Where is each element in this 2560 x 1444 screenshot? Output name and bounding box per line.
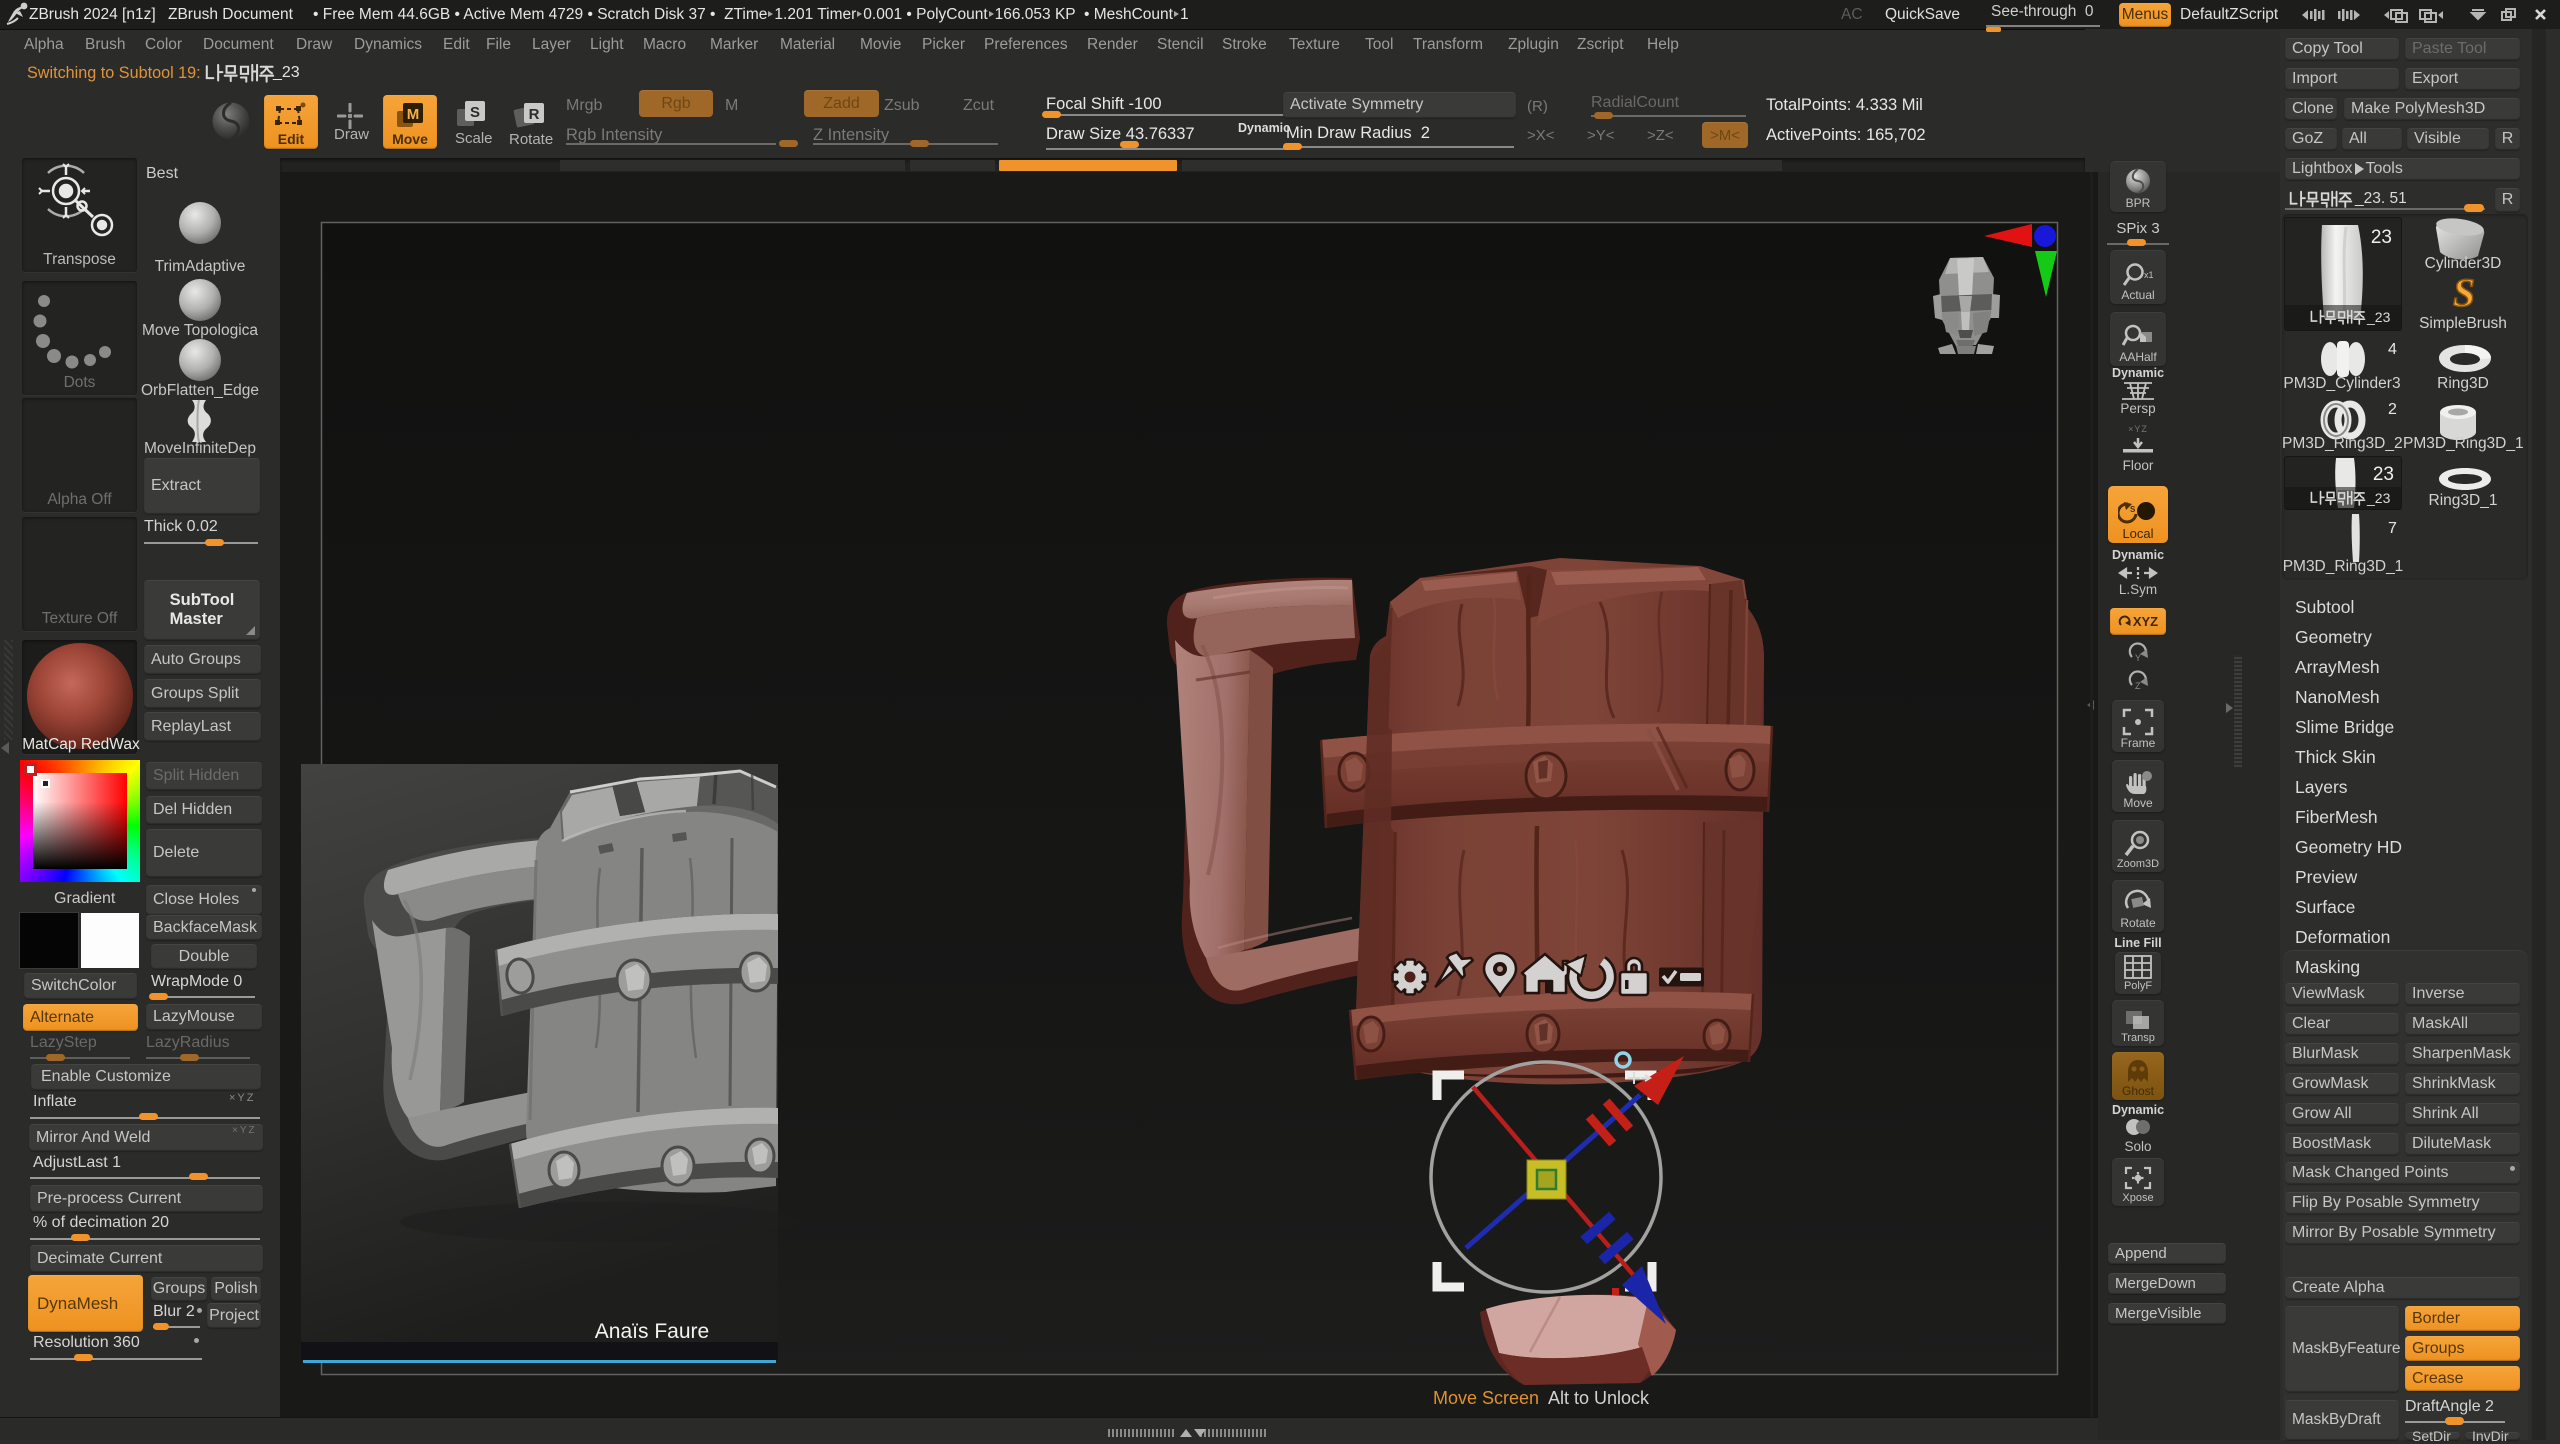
svg-text:Move Screen: Move Screen (1433, 1388, 1539, 1408)
svg-text:Y: Y (2135, 653, 2141, 663)
svg-text:R: R (529, 106, 540, 123)
svg-text:M: M (407, 106, 420, 123)
svg-text:23: 23 (2371, 227, 2392, 248)
svg-text:S: S (470, 104, 480, 121)
svg-text:x1: x1 (2144, 270, 2153, 280)
svg-text:S: S (2453, 272, 2475, 315)
svg-text:S: S (2130, 505, 2136, 514)
svg-text:Anaïs Faure: Anaïs Faure (595, 1320, 709, 1343)
svg-text:23: 23 (2373, 464, 2394, 485)
svg-text:Z: Z (2135, 681, 2141, 691)
svg-text:Alt to Unlock: Alt to Unlock (1548, 1388, 1650, 1408)
